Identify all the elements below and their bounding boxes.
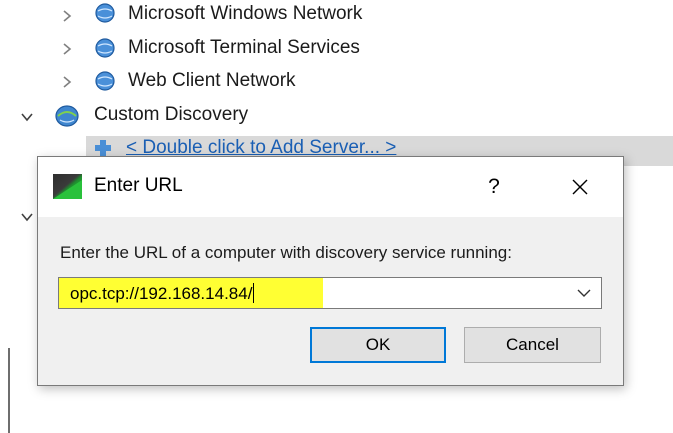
help-button[interactable]: ? [474, 167, 514, 207]
close-icon [572, 179, 588, 195]
dialog-titlebar[interactable]: Enter URL ? [38, 157, 623, 217]
dialog-title: Enter URL [94, 175, 183, 196]
tree-item-custom-discovery[interactable]: Custom Discovery [94, 104, 248, 126]
chevron-down-icon[interactable] [20, 110, 34, 124]
enter-url-dialog: Enter URL ? Enter the URL of a computer … [37, 156, 624, 386]
text-caret [253, 283, 255, 303]
tree-item-web-client-network[interactable]: Web Client Network [128, 70, 296, 92]
network-globe-icon [55, 105, 79, 127]
dropdown-arrow-icon[interactable] [577, 287, 591, 299]
url-combobox[interactable]: opc.tcp://192.168.14.84/ [58, 277, 602, 309]
network-globe-icon [95, 71, 115, 91]
tree-item-microsoft-terminal-services[interactable]: Microsoft Terminal Services [128, 37, 360, 59]
cancel-button[interactable]: Cancel [464, 327, 601, 363]
ok-button[interactable]: OK [310, 327, 446, 363]
chevron-down-icon[interactable] [20, 210, 34, 224]
network-globe-icon [95, 38, 115, 58]
url-input[interactable]: opc.tcp://192.168.14.84/ [70, 283, 255, 304]
chevron-right-icon[interactable] [60, 9, 74, 23]
app-icon [53, 174, 82, 199]
chevron-right-icon[interactable] [60, 42, 74, 56]
server-add-icon [95, 140, 111, 156]
screen: Microsoft Windows Network Microsoft Term… [0, 0, 673, 433]
network-globe-icon [95, 3, 115, 23]
url-input-text: opc.tcp://192.168.14.84/ [70, 284, 253, 303]
tree-item-microsoft-windows-network[interactable]: Microsoft Windows Network [128, 3, 362, 25]
chevron-right-icon[interactable] [60, 75, 74, 89]
tree-indent-line [8, 348, 10, 433]
url-prompt-label: Enter the URL of a computer with discove… [60, 243, 512, 262]
close-button[interactable] [560, 167, 600, 207]
